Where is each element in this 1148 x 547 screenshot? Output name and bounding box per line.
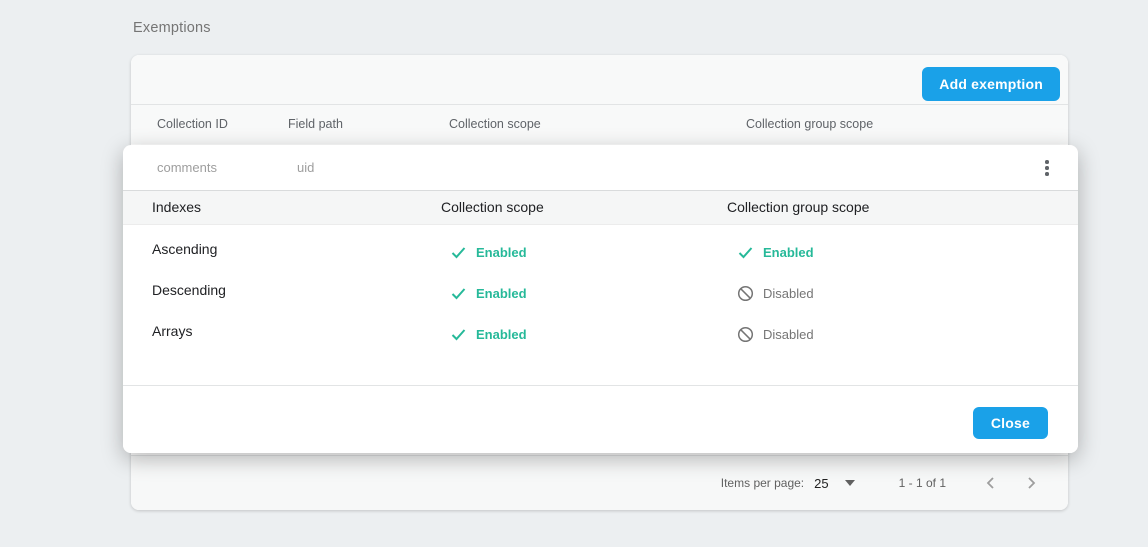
table-footer: Items per page: 25 1 - 1 of 1 [131, 455, 1068, 510]
arrays-collection-scope-status: Enabled [450, 314, 527, 355]
ascending-collection-scope-status: Enabled [450, 232, 527, 273]
pagination-range: 1 - 1 of 1 [899, 476, 946, 490]
index-row-label: Arrays [152, 311, 192, 352]
check-icon [450, 285, 467, 302]
index-row-label: Ascending [152, 229, 217, 270]
column-header-collection-id: Collection ID [157, 105, 228, 144]
exemption-details-dialog: comments uid Indexes Collection scope Co… [123, 145, 1078, 453]
collection-group-scope-column-header: Collection group scope [727, 191, 869, 224]
more-vert-icon[interactable] [1034, 155, 1060, 181]
chevron-left-icon [984, 476, 998, 490]
status-text: Enabled [476, 245, 527, 260]
card-toolbar: Add exemption [131, 55, 1068, 105]
previous-page-button[interactable] [978, 470, 1004, 496]
block-icon [737, 326, 754, 343]
status-text: Enabled [476, 327, 527, 342]
ascending-group-scope-status: Enabled [737, 232, 814, 273]
dialog-header: comments uid [123, 145, 1078, 190]
pagination-nav [978, 470, 1044, 496]
column-header-collection-scope: Collection scope [449, 105, 541, 144]
items-per-page-select[interactable]: 25 [814, 476, 854, 491]
dialog-footer: Close [123, 385, 1078, 453]
check-icon [737, 244, 754, 261]
index-row-ascending: Ascending Enabled Enabled [123, 229, 1078, 270]
collection-scope-column-header: Collection scope [441, 191, 544, 224]
items-per-page-label: Items per page: [721, 476, 804, 490]
index-row-arrays: Arrays Enabled Disabled [123, 311, 1078, 352]
index-rows: Ascending Enabled Enabled Descending Ena… [123, 229, 1078, 352]
items-per-page-value: 25 [814, 476, 828, 491]
index-row-descending: Descending Enabled Disabled [123, 270, 1078, 311]
descending-group-scope-status: Disabled [737, 273, 814, 314]
exemption-collection-id: comments [157, 145, 217, 190]
close-button[interactable]: Close [973, 407, 1048, 439]
column-header-collection-group-scope: Collection group scope [746, 105, 873, 144]
page-title: Exemptions [133, 20, 211, 36]
check-icon [450, 326, 467, 343]
add-exemption-button[interactable]: Add exemption [922, 67, 1060, 101]
status-text: Enabled [476, 286, 527, 301]
status-text: Disabled [763, 327, 814, 342]
status-text: Enabled [763, 245, 814, 260]
arrays-group-scope-status: Disabled [737, 314, 814, 355]
chevron-right-icon [1024, 476, 1038, 490]
block-icon [737, 285, 754, 302]
next-page-button[interactable] [1018, 470, 1044, 496]
indexes-section-header: Indexes Collection scope Collection grou… [123, 190, 1078, 225]
check-icon [450, 244, 467, 261]
index-row-label: Descending [152, 270, 226, 311]
exemptions-table-header: Collection ID Field path Collection scop… [131, 105, 1068, 144]
status-text: Disabled [763, 286, 814, 301]
descending-collection-scope-status: Enabled [450, 273, 527, 314]
column-header-field-path: Field path [288, 105, 343, 144]
indexes-section-title: Indexes [152, 191, 201, 224]
arrow-drop-down-icon [845, 480, 855, 486]
exemption-field-path: uid [297, 145, 314, 190]
